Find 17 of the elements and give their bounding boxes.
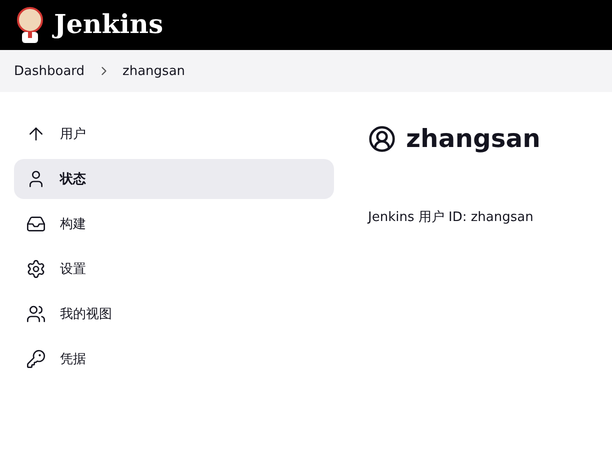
users-icon <box>26 304 46 324</box>
inbox-icon <box>26 214 46 234</box>
sidebar-item[interactable]: 构建 <box>14 204 334 244</box>
settings-icon <box>26 259 46 279</box>
breadcrumb-link[interactable]: Dashboard <box>14 64 85 78</box>
sidebar-item[interactable]: 凭据 <box>14 339 334 379</box>
app-title: Jenkins <box>54 10 164 40</box>
page-title: zhangsan <box>406 124 540 153</box>
butler-logo-icon <box>14 6 46 44</box>
breadcrumb-link[interactable]: zhangsan <box>122 64 186 78</box>
user-id-text: Jenkins 用户 ID: zhangsan <box>368 209 534 226</box>
key-icon <box>26 349 46 369</box>
sidebar-item[interactable]: 状态 <box>14 159 334 199</box>
sidebar-item[interactable]: 用户 <box>14 114 334 154</box>
sidebar-item[interactable]: 设置 <box>14 249 334 289</box>
sidebar-item[interactable]: 我的视图 <box>14 294 334 334</box>
user-avatar-icon <box>368 124 396 152</box>
